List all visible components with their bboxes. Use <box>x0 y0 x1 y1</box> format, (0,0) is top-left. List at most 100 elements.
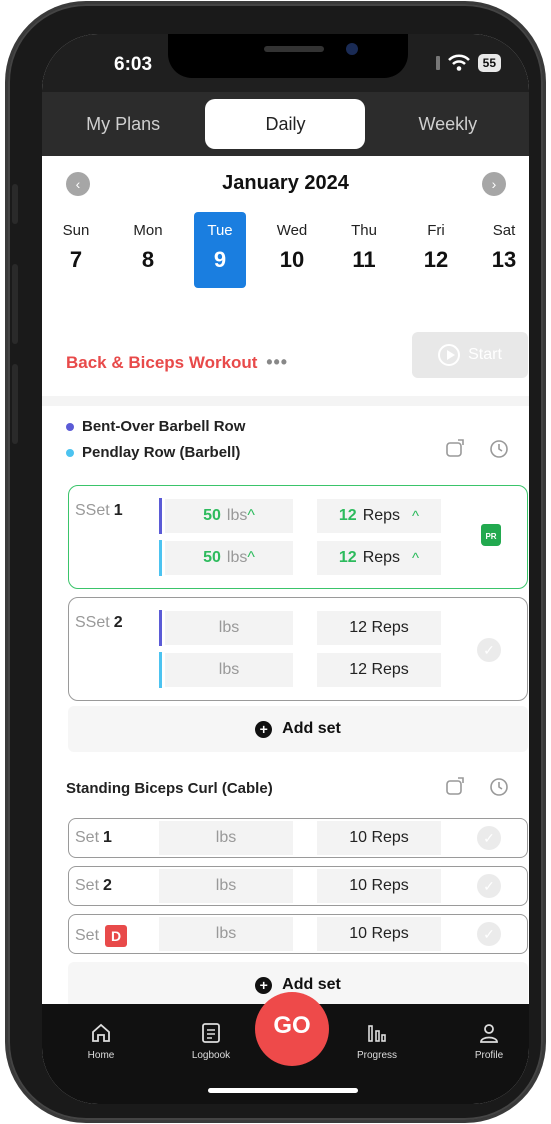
day-date: 7 <box>69 247 83 272</box>
day-name: Sat <box>492 222 516 239</box>
status-time: 6:03 <box>114 54 153 75</box>
day-date: 12 <box>423 247 449 272</box>
play-icon <box>438 344 461 366</box>
complete-check-icon[interactable]: ✓ <box>477 826 501 850</box>
reps-field[interactable]: 10 Reps <box>317 917 441 951</box>
reps-field[interactable]: 12 Reps <box>317 653 441 687</box>
exercise-name[interactable]: Bent-Over Barbell Row <box>66 418 245 435</box>
history-icon[interactable] <box>488 776 510 798</box>
set-2-row[interactable]: Set 2 lbs 10 Reps ✓ <box>68 866 528 906</box>
reps-field[interactable]: 12 Reps <box>317 611 441 645</box>
nav-progress[interactable]: Progress <box>342 1020 412 1061</box>
speaker <box>264 46 324 52</box>
signal-icon <box>435 56 440 70</box>
next-week-icon[interactable]: › <box>482 172 506 196</box>
battery-icon: 55 <box>477 54 501 72</box>
up-icon: ^ <box>247 549 255 566</box>
notch <box>168 34 408 78</box>
plus-icon: + <box>255 720 273 738</box>
weight-field[interactable]: 50 lbs ^ <box>165 541 293 575</box>
complete-check-icon[interactable]: ✓ <box>477 874 501 898</box>
reps-field[interactable]: 10 Reps <box>317 821 441 855</box>
day-tue-selected[interactable]: Tue 9 <box>194 212 246 288</box>
tab-weekly[interactable]: Weekly <box>368 99 528 149</box>
exercise-name-text: Pendlay Row (Barbell) <box>82 444 241 461</box>
main-content: January 2024 ‹ › Sun 7 Mon 8 Tue 9 Wed 1… <box>42 156 529 1008</box>
day-date: 9 <box>213 247 227 272</box>
day-date: 8 <box>141 247 155 272</box>
complete-check-icon[interactable]: ✓ <box>477 638 501 662</box>
profile-icon <box>454 1020 524 1046</box>
day-date: 13 <box>491 247 517 272</box>
tab-my-plans[interactable]: My Plans <box>43 99 203 149</box>
up-icon: ^ <box>247 507 255 524</box>
reps-field[interactable]: 12 Reps ^ <box>317 541 441 575</box>
day-name: Wed <box>276 222 308 239</box>
set-1-row[interactable]: Set 1 lbs 10 Reps ✓ <box>68 818 528 858</box>
row-color-bar <box>159 540 162 576</box>
prev-week-icon[interactable]: ‹ <box>66 172 90 196</box>
row-color-bar <box>159 652 162 688</box>
workout-title-text: Back & Biceps Workout <box>66 353 258 372</box>
swap-exercise-icon[interactable] <box>444 438 466 460</box>
day-name: Thu <box>351 222 377 239</box>
day-name: Fri <box>427 222 445 239</box>
weight-field[interactable]: lbs <box>165 611 293 645</box>
set-drop-row[interactable]: Set D lbs 10 Reps ✓ <box>68 914 528 954</box>
day-sat[interactable]: Sat 13 <box>478 212 529 288</box>
day-sun[interactable]: Sun 7 <box>50 212 102 288</box>
swap-exercise-icon[interactable] <box>444 776 466 798</box>
exercise-name[interactable]: Standing Biceps Curl (Cable) <box>66 780 273 797</box>
day-thu[interactable]: Thu 11 <box>338 212 390 288</box>
superset-2-card[interactable]: SSet 2 lbs 12 Reps lbs 12 Reps ✓ <box>68 597 528 701</box>
exercise-name-text: Bent-Over Barbell Row <box>82 418 246 435</box>
more-options-icon[interactable]: ••• <box>266 352 288 372</box>
set-label: Set 2 <box>75 877 112 894</box>
day-wed[interactable]: Wed 10 <box>266 212 318 288</box>
exercise-color-dot <box>66 422 74 431</box>
workout-title[interactable]: Back & Biceps Workout ••• <box>66 352 288 373</box>
go-button[interactable]: GO <box>255 992 329 1066</box>
reps-field[interactable]: 10 Reps <box>317 869 441 903</box>
logbook-icon <box>176 1020 246 1046</box>
reps-field[interactable]: 12 Reps ^ <box>317 499 441 533</box>
start-button[interactable]: Start <box>412 332 528 378</box>
exercise-color-dot <box>66 448 74 457</box>
day-fri[interactable]: Fri 12 <box>410 212 462 288</box>
wifi-icon <box>447 54 470 71</box>
day-name: Mon <box>133 222 163 239</box>
exercise-name-text: Standing Biceps Curl (Cable) <box>66 780 273 797</box>
nav-home[interactable]: Home <box>66 1020 136 1061</box>
set-label: Set D <box>75 925 128 947</box>
view-tabs: My Plans Daily Weekly <box>42 92 529 156</box>
weight-field[interactable]: lbs <box>165 653 293 687</box>
status-icons: 55 <box>435 54 501 72</box>
exercise-name[interactable]: Pendlay Row (Barbell) <box>66 444 240 461</box>
nav-logbook[interactable]: Logbook <box>176 1020 246 1061</box>
history-icon[interactable] <box>488 438 510 460</box>
add-set-button[interactable]: + Add set <box>68 706 528 752</box>
tab-daily[interactable]: Daily <box>205 99 366 149</box>
status-bar: 6:03 55 <box>42 34 529 92</box>
day-mon[interactable]: Mon 8 <box>122 212 174 288</box>
complete-check-icon[interactable]: ✓ <box>477 922 501 946</box>
exercise-actions <box>444 438 510 460</box>
exercise-actions <box>444 776 510 798</box>
side-button <box>12 264 18 344</box>
row-color-bar <box>159 610 162 646</box>
superset-1-card[interactable]: SSet 1 50 lbs ^ 12 Reps ^ 50 lbs ^ 12 Reps ^ PR <box>68 485 528 589</box>
day-name: Sun <box>62 222 90 239</box>
weight-field[interactable]: 50 lbs ^ <box>165 499 293 533</box>
day-date: 10 <box>279 247 305 272</box>
up-icon: ^ <box>412 549 420 567</box>
set-label: SSet 2 <box>75 614 123 631</box>
weight-field[interactable]: lbs <box>159 821 293 855</box>
set-label: SSet 1 <box>75 502 123 519</box>
nav-profile[interactable]: Profile <box>454 1020 524 1061</box>
row-color-bar <box>159 498 162 534</box>
weight-field[interactable]: lbs <box>159 869 293 903</box>
weight-field[interactable]: lbs <box>159 917 293 951</box>
pr-badge-icon: PR <box>481 524 501 546</box>
day-name: Tue <box>207 222 233 239</box>
month-header: January 2024 ‹ › <box>42 166 529 202</box>
